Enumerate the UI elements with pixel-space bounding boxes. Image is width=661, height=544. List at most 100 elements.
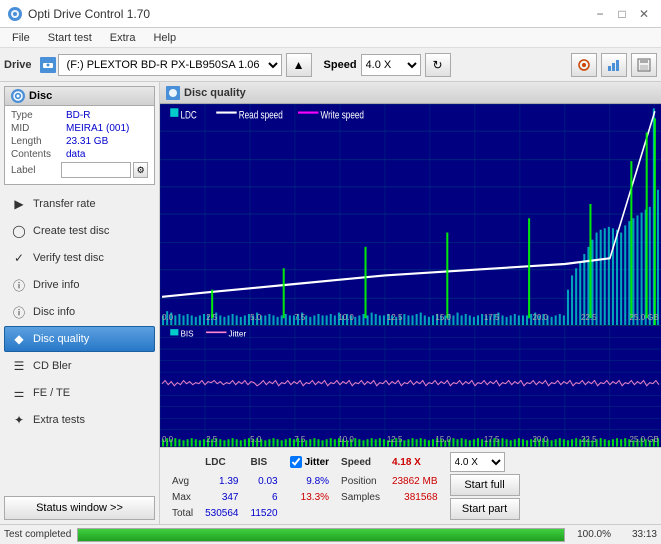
speed-select[interactable]: 4.0 X 1.0 X 2.0 X 6.0 X: [361, 54, 421, 76]
verify-test-disc-label: Verify test disc: [33, 252, 104, 264]
menu-extra[interactable]: Extra: [102, 30, 144, 46]
svg-text:BIS: BIS: [180, 330, 194, 339]
type-label: Type: [11, 110, 66, 121]
progress-bar-fill: [78, 529, 564, 541]
title-bar: Opti Drive Control 1.70 − □ ✕: [0, 0, 661, 28]
jitter-check-input[interactable]: [290, 456, 302, 468]
disc-panel-icon: [11, 89, 25, 103]
close-button[interactable]: ✕: [635, 5, 653, 23]
contents-value: data: [66, 149, 85, 160]
samples-val: 381568: [386, 489, 444, 505]
svg-text:Read speed: Read speed: [239, 109, 283, 122]
sidebar-item-disc-info[interactable]: ⓘ Disc info: [4, 299, 155, 325]
stats-bar: LDC BIS Jitter Speed 4.18 X 4.0 X 2.0 X: [160, 447, 661, 524]
disc-quality-icon: ◆: [11, 331, 27, 347]
length-value: 23.31 GB: [66, 136, 108, 147]
drive-select[interactable]: (F:) PLEXTOR BD-R PX-LB950SA 1.06: [58, 54, 282, 76]
window-controls: − □ ✕: [591, 5, 653, 23]
quality-icon: [166, 86, 180, 100]
samples-label: Samples: [335, 489, 386, 505]
refresh-button[interactable]: ↻: [425, 53, 451, 77]
ldc-header: LDC: [199, 451, 244, 473]
contents-label: Contents: [11, 149, 66, 160]
status-text: Test completed: [4, 529, 71, 540]
disc-info-icon: ⓘ: [11, 304, 27, 320]
label-label: Label: [11, 165, 61, 176]
label-input[interactable]: [61, 162, 131, 178]
max-ldc: 347: [199, 489, 244, 505]
mid-label: MID: [11, 123, 66, 134]
quality-speed-select[interactable]: 4.0 X 2.0 X 8.0 X: [450, 452, 505, 472]
status-window-button[interactable]: Status window >>: [4, 496, 155, 520]
app-title: Opti Drive Control 1.70: [28, 7, 150, 21]
main-toolbar: Drive (F:) PLEXTOR BD-R PX-LB950SA 1.06 …: [0, 48, 661, 82]
quality-header: Disc quality: [160, 82, 661, 104]
main-panel: Disc quality: [160, 82, 661, 524]
eject-button[interactable]: ▲: [286, 53, 312, 77]
save-button[interactable]: [631, 53, 657, 77]
maximize-button[interactable]: □: [613, 5, 631, 23]
top-chart: 400 350 300 250 200 150 100 50 18X 16X 1…: [160, 104, 661, 325]
drive-info-label: Drive info: [33, 279, 79, 291]
sidebar: Disc Type BD-R MID MEIRA1 (001) Length 2…: [0, 82, 160, 524]
mid-value: MEIRA1 (001): [66, 123, 129, 134]
disc-panel-header: Disc: [5, 87, 154, 106]
disc-info-label: Disc info: [33, 306, 75, 318]
bottom-chart: BIS Jitter: [160, 326, 661, 447]
transfer-rate-label: Transfer rate: [33, 198, 96, 210]
bottom-bar: Test completed 100.0% 33:13: [0, 524, 661, 544]
drive-label: Drive: [4, 59, 32, 71]
create-test-disc-icon: ◯: [11, 223, 27, 239]
fe-te-label: FE / TE: [33, 387, 70, 399]
app-icon: [8, 7, 22, 21]
sidebar-item-drive-info[interactable]: ⓘ Drive info: [4, 272, 155, 298]
cd-bler-label: CD Bler: [33, 360, 72, 372]
sidebar-item-transfer-rate[interactable]: ▶ Transfer rate: [4, 191, 155, 217]
avg-ldc: 1.39: [199, 473, 244, 489]
speed-label: Speed: [324, 59, 357, 71]
bis-header: BIS: [245, 451, 284, 473]
minimize-button[interactable]: −: [591, 5, 609, 23]
label-edit-button[interactable]: ⚙: [133, 162, 148, 178]
start-full-button[interactable]: Start full: [450, 474, 520, 496]
svg-text:Jitter: Jitter: [229, 330, 247, 339]
sidebar-item-cd-bler[interactable]: ☰ CD Bler: [4, 353, 155, 379]
extra-tests-label: Extra tests: [33, 414, 85, 426]
avg-jitter: 9.8%: [284, 473, 335, 489]
total-ldc: 530564: [199, 505, 244, 521]
position-label: Position: [335, 473, 386, 489]
extra-tests-icon: ✦: [11, 412, 27, 428]
fe-te-icon: ⚌: [11, 385, 27, 401]
sidebar-item-extra-tests[interactable]: ✦ Extra tests: [4, 407, 155, 433]
quality-title: Disc quality: [184, 87, 246, 99]
jitter-label: Jitter: [305, 457, 329, 468]
position-val: 23862 MB: [386, 473, 444, 489]
sidebar-item-create-test-disc[interactable]: ◯ Create test disc: [4, 218, 155, 244]
menu-help[interactable]: Help: [145, 30, 184, 46]
total-bis: 11520: [245, 505, 284, 521]
analyze-button[interactable]: [601, 53, 627, 77]
menu-start-test[interactable]: Start test: [40, 30, 100, 46]
start-part-button[interactable]: Start part: [450, 498, 520, 520]
create-test-disc-label: Create test disc: [33, 225, 109, 237]
stats-table: LDC BIS Jitter Speed 4.18 X 4.0 X 2.0 X: [166, 451, 526, 521]
sidebar-item-verify-test-disc[interactable]: ✓ Verify test disc: [4, 245, 155, 271]
jitter-checkbox[interactable]: Jitter: [290, 456, 329, 468]
disc-panel: Disc Type BD-R MID MEIRA1 (001) Length 2…: [4, 86, 155, 185]
max-jitter: 13.3%: [284, 489, 335, 505]
burn-button[interactable]: [571, 53, 597, 77]
max-bis: 6: [245, 489, 284, 505]
sidebar-item-fe-te[interactable]: ⚌ FE / TE: [4, 380, 155, 406]
total-label: Total: [166, 505, 199, 521]
avg-label: Avg: [166, 473, 199, 489]
disc-quality-label: Disc quality: [33, 333, 89, 345]
max-label: Max: [166, 489, 199, 505]
sidebar-item-disc-quality[interactable]: ◆ Disc quality: [4, 326, 155, 352]
progress-percent: 100.0%: [571, 529, 611, 540]
menu-file[interactable]: File: [4, 30, 38, 46]
speed-header: Speed: [335, 451, 386, 473]
menu-bar: File Start test Extra Help: [0, 28, 661, 48]
verify-test-disc-icon: ✓: [11, 250, 27, 266]
length-label: Length: [11, 136, 66, 147]
drive-icon: [40, 57, 56, 73]
